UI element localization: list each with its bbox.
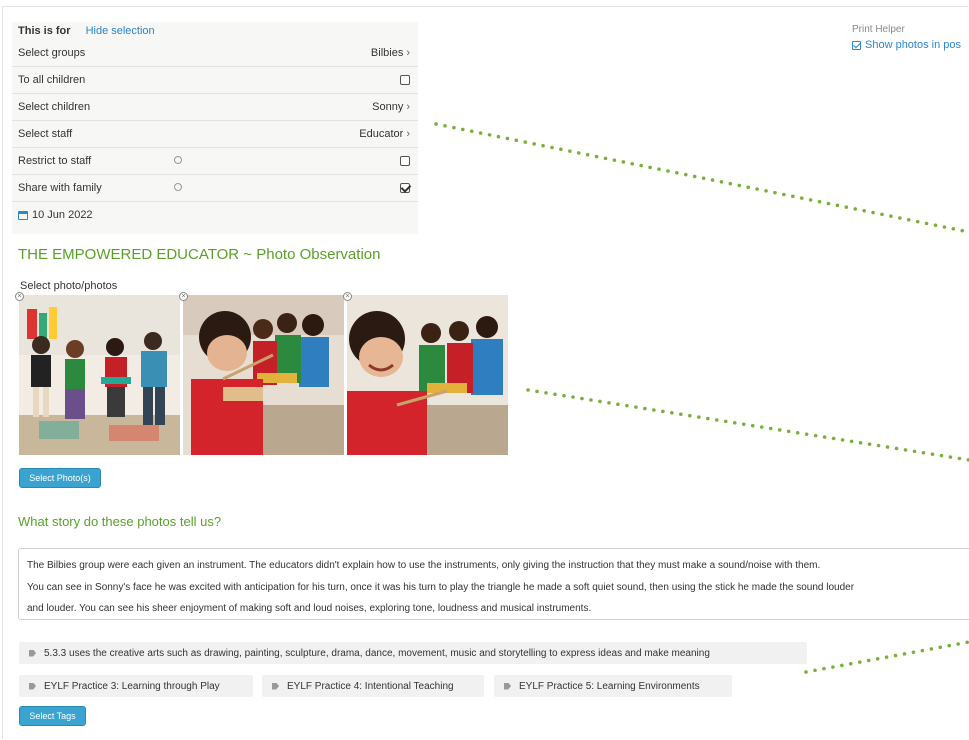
select-groups-value: Bilbies bbox=[370, 47, 404, 59]
select-staff-label: Select staff bbox=[18, 128, 73, 140]
chevron-right-icon: › bbox=[406, 128, 410, 140]
select-staff-value: Educator bbox=[359, 128, 404, 140]
story-line: The Bilbies group were each given an ins… bbox=[27, 560, 821, 571]
question-circle-icon[interactable] bbox=[174, 156, 182, 164]
select-photo-label: Select photo/photos bbox=[20, 280, 118, 292]
photo-thumbnail-2[interactable] bbox=[183, 295, 344, 455]
observation-date: 10 Jun 2022 bbox=[32, 209, 93, 221]
photo-thumbnail-3[interactable] bbox=[347, 295, 508, 455]
share-with-family-checkbox[interactable] bbox=[400, 183, 410, 193]
tag-chip[interactable]: EYLF Practice 4: Intentional Teaching bbox=[262, 675, 484, 697]
share-with-family-row: Share with family bbox=[12, 175, 418, 202]
hide-selection-link[interactable]: Hide selection bbox=[86, 25, 155, 37]
tag-label: EYLF Practice 4: Intentional Teaching bbox=[287, 680, 454, 692]
close-circle-icon[interactable]: × bbox=[15, 292, 24, 301]
tag-icon bbox=[272, 682, 279, 690]
story-line: You can see in Sonny's face he was excit… bbox=[27, 581, 855, 593]
question-circle-icon[interactable] bbox=[174, 183, 182, 191]
tag-label: 5.3.3 uses the creative arts such as dra… bbox=[44, 647, 710, 659]
select-tags-button[interactable]: Select Tags bbox=[19, 706, 86, 726]
select-staff-row[interactable]: Select staff Educator › bbox=[12, 121, 418, 148]
calendar-icon bbox=[18, 210, 28, 220]
restrict-to-staff-checkbox[interactable] bbox=[400, 156, 410, 166]
tag-label: EYLF Practice 5: Learning Environments bbox=[519, 680, 700, 692]
to-all-children-label: To all children bbox=[18, 74, 86, 86]
checkbox-checked-icon bbox=[852, 40, 861, 50]
tag-chip[interactable]: EYLF Practice 5: Learning Environments bbox=[494, 675, 732, 697]
chevron-right-icon: › bbox=[406, 101, 410, 113]
tag-chip[interactable]: 5.3.3 uses the creative arts such as dra… bbox=[19, 642, 807, 664]
photo-thumbnail-1[interactable] bbox=[19, 295, 180, 455]
story-question: What story do these photos tell us? bbox=[18, 514, 222, 529]
show-photos-toggle[interactable]: Show photos in pos bbox=[852, 39, 961, 51]
this-is-for-label: This is for bbox=[18, 25, 71, 37]
story-textarea[interactable]: The Bilbies group were each given an ins… bbox=[18, 548, 969, 620]
select-groups-label: Select groups bbox=[18, 47, 86, 59]
share-with-family-label: Share with family bbox=[18, 182, 102, 194]
to-all-children-checkbox[interactable] bbox=[400, 75, 410, 85]
close-circle-icon[interactable]: × bbox=[179, 292, 188, 301]
to-all-children-row: To all children bbox=[12, 67, 418, 94]
tag-icon bbox=[29, 682, 36, 690]
selection-panel: This is for Hide selection Select groups… bbox=[12, 22, 418, 234]
story-line: and louder. You can see his sheer enjoym… bbox=[27, 603, 592, 614]
select-children-label: Select children bbox=[18, 101, 91, 113]
tag-chip[interactable]: EYLF Practice 3: Learning through Play bbox=[19, 675, 253, 697]
chevron-right-icon: › bbox=[406, 47, 410, 59]
select-groups-row[interactable]: Select groups Bilbies › bbox=[12, 40, 418, 67]
print-helper-title: Print Helper bbox=[852, 24, 905, 35]
tag-label: EYLF Practice 3: Learning through Play bbox=[44, 680, 220, 692]
select-children-value: Sonny bbox=[372, 101, 404, 113]
restrict-to-staff-row: Restrict to staff bbox=[12, 148, 418, 175]
tag-icon bbox=[29, 649, 36, 657]
selection-header: This is for Hide selection bbox=[12, 22, 418, 40]
close-circle-icon[interactable]: × bbox=[343, 292, 352, 301]
select-children-row[interactable]: Select children Sonny › bbox=[12, 94, 418, 121]
date-picker[interactable]: 10 Jun 2022 bbox=[12, 202, 418, 228]
tag-icon bbox=[504, 682, 511, 690]
observation-title: THE EMPOWERED EDUCATOR ~ Photo Observati… bbox=[18, 246, 381, 263]
restrict-to-staff-label: Restrict to staff bbox=[18, 155, 92, 167]
select-photos-button[interactable]: Select Photo(s) bbox=[19, 468, 101, 488]
show-photos-label: Show photos in pos bbox=[865, 39, 962, 51]
